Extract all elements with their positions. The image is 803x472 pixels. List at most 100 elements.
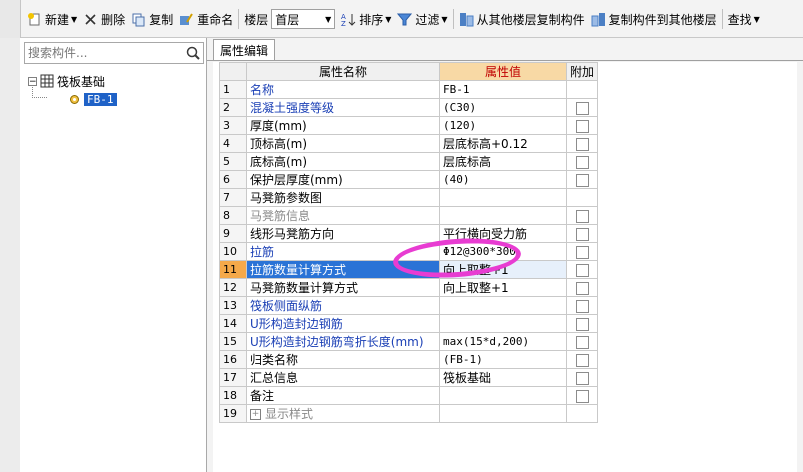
table-row[interactable]: 2 混凝土强度等级 (C30) [219, 98, 599, 117]
checkbox[interactable] [575, 227, 589, 241]
property-value-cell[interactable]: (FB-1) [439, 350, 567, 369]
chevron-down-icon: ▼ [753, 14, 760, 24]
property-value-cell[interactable]: 平行横向受力筋 [439, 224, 567, 243]
property-value-cell[interactable]: 向上取整+1 [439, 278, 567, 297]
property-value-cell[interactable]: FB-1 [439, 80, 567, 99]
property-name-cell[interactable]: 拉筋 [246, 242, 440, 261]
checkbox[interactable] [575, 245, 589, 259]
find-button[interactable]: 查找 ▼ [725, 7, 763, 31]
property-value-cell[interactable]: max(15*d,200) [439, 332, 567, 351]
property-name-cell[interactable]: 汇总信息 [246, 368, 440, 387]
property-value-cell[interactable]: 层底标高 [439, 152, 567, 171]
property-value-cell[interactable]: (120) [439, 116, 567, 135]
copy-to-other-floor-button[interactable]: 复制构件到其他楼层 [588, 7, 720, 31]
filter-button[interactable]: 过滤 ▼ [394, 7, 450, 31]
table-row[interactable]: 12 马凳筋数量计算方式 向上取整+1 [219, 278, 599, 297]
gear-icon [68, 93, 81, 106]
property-name-cell[interactable]: 底标高(m) [246, 152, 440, 171]
property-name-cell[interactable]: 混凝土强度等级 [246, 98, 440, 117]
property-name-cell[interactable]: 筏板侧面纵筋 [246, 296, 440, 315]
tree-item-root[interactable]: − 筏板基础 [28, 72, 117, 90]
table-row[interactable]: 3 厚度(mm) (120) [219, 116, 599, 135]
value-column-header[interactable]: 属性值 [439, 62, 567, 81]
copy-button[interactable]: 复制 [128, 7, 176, 31]
property-value-cell[interactable]: 向上取整+1 [439, 260, 567, 279]
table-row[interactable]: 10 拉筋 Φ12@300*300 [219, 242, 599, 261]
property-name-cell[interactable]: U形构造封边钢筋弯折长度(mm) [246, 332, 440, 351]
checkbox[interactable] [575, 335, 589, 349]
table-row[interactable]: 7 马凳筋参数图 [219, 188, 599, 207]
property-name-cell[interactable]: 厚度(mm) [246, 116, 440, 135]
property-name: U形构造封边钢筋 [250, 317, 343, 331]
table-row[interactable]: 9 线形马凳筋方向 平行横向受力筋 [219, 224, 599, 243]
property-value-cell[interactable] [439, 314, 567, 333]
property-value-cell[interactable] [439, 386, 567, 405]
table-row[interactable]: 8 马凳筋信息 [219, 206, 599, 225]
table-row[interactable]: 4 顶标高(m) 层底标高+0.12 [219, 134, 599, 153]
checkbox[interactable] [575, 353, 589, 367]
property-value-cell[interactable] [439, 404, 567, 423]
table-row[interactable]: 14 U形构造封边钢筋 [219, 314, 599, 333]
property-value-cell[interactable]: (40) [439, 170, 567, 189]
checkbox[interactable] [575, 389, 589, 403]
property-name-cell[interactable]: 线形马凳筋方向 [246, 224, 440, 243]
new-button[interactable]: 新建 ▼ [24, 7, 80, 31]
property-value-cell[interactable]: 层底标高+0.12 [439, 134, 567, 153]
property-name-cell[interactable]: 备注 [246, 386, 440, 405]
sort-button[interactable]: AZ 排序 ▼ [338, 7, 394, 31]
rename-button[interactable]: 重命名 [176, 7, 236, 31]
checkbox[interactable] [575, 101, 589, 115]
delete-button[interactable]: 删除 [80, 7, 128, 31]
property-name-cell[interactable]: 归类名称 [246, 350, 440, 369]
table-row[interactable]: 13 筏板侧面纵筋 [219, 296, 599, 315]
checkbox[interactable] [575, 281, 589, 295]
checkbox[interactable] [575, 263, 589, 277]
search-icon[interactable] [185, 45, 201, 61]
property-name-cell[interactable]: + 显示样式 [246, 404, 440, 423]
checkbox[interactable] [575, 119, 589, 133]
copy-from-other-floor-button[interactable]: 从其他楼层复制构件 [456, 7, 588, 31]
property-value-cell[interactable]: Φ12@300*300 [439, 242, 567, 261]
checkbox[interactable] [575, 173, 589, 187]
property-value-cell[interactable]: 筏板基础 [439, 368, 567, 387]
tree-item-fb1[interactable]: FB-1 [68, 90, 117, 108]
property-grid-area: 属性名称 属性值 附加 1 名称 FB-1 2 混凝土强度等级 (C30) 3 厚度(mm) (… [213, 62, 797, 472]
table-row[interactable]: 11 拉筋数量计算方式 向上取整+1 [219, 260, 599, 279]
search-input[interactable] [25, 45, 180, 61]
collapse-icon[interactable]: − [28, 76, 37, 86]
property-name: 显示样式 [265, 407, 314, 421]
table-row[interactable]: 15 U形构造封边钢筋弯折长度(mm) max(15*d,200) [219, 332, 599, 351]
floor-select[interactable]: 首层 ▼ [271, 9, 336, 29]
property-name-cell[interactable]: 名称 [246, 80, 440, 99]
table-row[interactable]: 5 底标高(m) 层底标高 [219, 152, 599, 171]
name-column-header[interactable]: 属性名称 [246, 62, 440, 81]
checkbox[interactable] [575, 371, 589, 385]
checkbox[interactable] [575, 317, 589, 331]
table-row[interactable]: 6 保护层厚度(mm) (40) [219, 170, 599, 189]
row-number: 16 [219, 350, 247, 369]
property-name-cell[interactable]: 马凳筋数量计算方式 [246, 278, 440, 297]
find-label: 查找 [727, 12, 752, 27]
tab-property-edit[interactable]: 属性编辑 [213, 39, 276, 60]
property-name-cell[interactable]: U形构造封边钢筋 [246, 314, 440, 333]
property-name-cell[interactable]: 马凳筋信息 [246, 206, 440, 225]
table-row[interactable]: 18 备注 [219, 386, 599, 405]
property-name-cell[interactable]: 顶标高(m) [246, 134, 440, 153]
extra-column-header[interactable]: 附加 [565, 62, 599, 81]
table-row[interactable]: 17 汇总信息 筏板基础 [219, 368, 599, 387]
property-name-cell[interactable]: 拉筋数量计算方式 [246, 260, 440, 279]
checkbox[interactable] [575, 155, 589, 169]
checkbox[interactable] [575, 209, 589, 223]
table-row[interactable]: 16 归类名称 (FB-1) [219, 350, 599, 369]
table-row[interactable]: 1 名称 FB-1 [219, 80, 599, 99]
checkbox[interactable] [575, 137, 589, 151]
property-value-cell[interactable]: (C30) [439, 98, 567, 117]
property-value-cell[interactable] [439, 296, 567, 315]
expand-icon[interactable]: + [250, 409, 261, 420]
table-row[interactable]: 19 + 显示样式 [219, 404, 599, 423]
property-value-cell[interactable] [439, 206, 567, 225]
property-name-cell[interactable]: 保护层厚度(mm) [246, 170, 440, 189]
property-value-cell[interactable] [439, 188, 567, 207]
checkbox[interactable] [575, 299, 589, 313]
property-name-cell[interactable]: 马凳筋参数图 [246, 188, 440, 207]
